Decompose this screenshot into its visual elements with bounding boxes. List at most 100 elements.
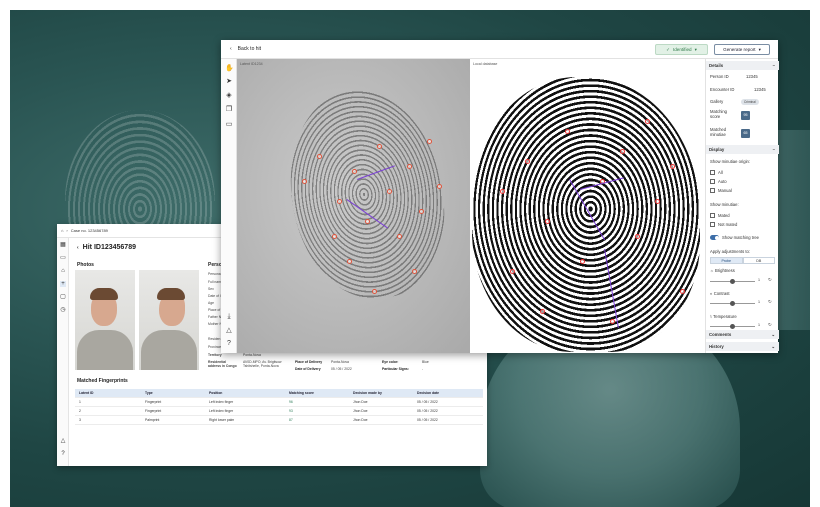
origin-manual-checkbox[interactable]: Manual: [710, 188, 732, 193]
field-label: Full nam: [208, 280, 222, 284]
comment-icon[interactable]: ▭: [225, 121, 233, 129]
temperature-slider[interactable]: [710, 324, 755, 329]
caret-down-icon: ▾: [694, 46, 697, 52]
bell-icon[interactable]: △: [60, 438, 66, 444]
front-photo[interactable]: [75, 270, 135, 370]
sun-icon: ☼: [710, 268, 714, 273]
brightness-label: ☼ Brightness: [710, 268, 735, 273]
left-rail: ▦ ▭ ⌂ + ▢ ◷ △ ?: [57, 238, 69, 466]
tag-icon[interactable]: ⌂: [60, 268, 66, 274]
brightness-slider[interactable]: [710, 279, 755, 284]
contrast-label: ◐ Contrast: [710, 291, 730, 296]
check-icon: ✓: [666, 46, 670, 52]
field-label: Mother N: [208, 322, 222, 326]
person-id-label: Person ID: [710, 74, 729, 79]
contrast-icon: ◐: [710, 291, 713, 296]
adjust-target-toggle[interactable]: Probe DB: [710, 257, 775, 264]
grid-icon[interactable]: ▦: [60, 242, 66, 248]
history-section-header[interactable]: History ⌄: [706, 342, 779, 351]
latent-fingerprint-image: [278, 79, 456, 309]
mated-checkbox[interactable]: Mated: [710, 213, 730, 218]
field-label: Sex: [208, 287, 214, 291]
encounter-id-label: Encounter ID: [710, 87, 735, 92]
temperature-value: 1: [758, 323, 760, 327]
table-header: Latent ID Type Position Matching score D…: [75, 389, 483, 398]
help-icon[interactable]: ?: [225, 340, 233, 348]
back-chevron-icon: ‹: [230, 46, 232, 52]
comparison-window: ‹ Back to hit ✓ Identified ▾ Generate rep…: [221, 40, 779, 353]
origin-all-checkbox[interactable]: All: [710, 170, 723, 175]
territory-value: Ponta-Nova: [243, 353, 261, 357]
place-delivery-value: Ponta-Nova: [331, 360, 349, 364]
origin-auto-checkbox[interactable]: Auto: [710, 179, 727, 184]
reset-icon[interactable]: ↻: [768, 299, 772, 305]
folder-icon[interactable]: ▭: [60, 255, 66, 261]
pointer-icon[interactable]: ➤: [225, 78, 233, 86]
home-icon[interactable]: ⌂: [61, 228, 63, 233]
document-icon[interactable]: ▢: [60, 294, 66, 300]
matching-score-label: Matching score: [710, 109, 727, 119]
date-delivery-value: 05 / 05 / 2022: [331, 367, 352, 371]
field-label: Persona: [208, 272, 221, 276]
latent-print-pane[interactable]: [237, 59, 470, 353]
page-title: ‹ Hit ID123456789: [77, 244, 136, 251]
comments-section-header[interactable]: Comments ⌄: [706, 330, 779, 339]
reset-icon[interactable]: ↻: [768, 277, 772, 283]
thermometer-icon: ⌇: [710, 314, 713, 319]
reset-icon[interactable]: ↻: [768, 322, 772, 328]
copy-icon[interactable]: ❐: [225, 106, 233, 114]
download-icon[interactable]: ⤓: [225, 313, 233, 321]
caret-down-icon: ▾: [758, 46, 761, 52]
eye-color-value: Blue: [422, 360, 429, 364]
field-label: Father N: [208, 315, 222, 319]
pan-hand-icon[interactable]: ✋: [225, 65, 234, 73]
matched-table: Latent ID Type Position Matching score D…: [75, 389, 483, 425]
back-chevron-icon[interactable]: ‹: [77, 245, 79, 251]
place-delivery-label: Place of Delivery: [295, 360, 323, 364]
eye-color-label: Eye color:: [382, 360, 399, 364]
temperature-label: ⌇ Temperature: [710, 314, 737, 319]
probe-option[interactable]: Probe: [710, 257, 743, 264]
field-label: Territory: [208, 353, 222, 357]
breadcrumb-case[interactable]: Case no. 123456789: [71, 228, 108, 233]
fingerprint-nav-icon[interactable]: +: [60, 281, 66, 287]
brightness-value: 1: [758, 278, 760, 282]
adjust-label: Apply adjustments to:: [710, 249, 751, 254]
field-label: Date of I: [208, 294, 221, 298]
side-photo[interactable]: [139, 270, 199, 370]
expand-icon: ⌄: [771, 331, 775, 337]
matched-minutiae-label: Matched minutiae: [710, 127, 727, 137]
field-label: Province: [208, 345, 222, 349]
table-row[interactable]: 2 Fingerprint Left index finger 93 Jhon …: [75, 407, 483, 416]
history-icon[interactable]: ◷: [60, 307, 66, 313]
help-icon[interactable]: ?: [60, 451, 66, 457]
matching-score-value: 95: [741, 111, 750, 120]
not-mated-checkbox[interactable]: Not mated: [710, 222, 737, 227]
table-row[interactable]: 1 Fingerprint Left index finger 96 Jhon …: [75, 398, 483, 407]
database-print-pane[interactable]: [470, 59, 705, 353]
table-row[interactable]: 3 Palmprint Right lower palm 87 Jhon Doe…: [75, 416, 483, 425]
contrast-slider[interactable]: [710, 301, 755, 306]
encounter-id-value: 12345: [754, 87, 766, 92]
details-section-header[interactable]: Details –: [706, 61, 779, 70]
show-minutiae-label: Show minutiae:: [710, 202, 739, 207]
display-section-header[interactable]: Display –: [706, 145, 779, 154]
back-to-hit-link[interactable]: ‹ Back to hit: [230, 46, 261, 52]
identified-dropdown[interactable]: ✓ Identified ▾: [655, 44, 708, 55]
photos-heading: Photos: [77, 262, 94, 268]
matching-tree-toggle[interactable]: Show matching tree: [710, 235, 759, 240]
field-label: Residen: [208, 337, 221, 341]
field-label: Age: [208, 301, 215, 305]
db-option[interactable]: DB: [742, 257, 775, 264]
date-delivery-label: Date of Delivery: [295, 367, 321, 371]
origin-label: Show minutiae origin:: [710, 159, 751, 164]
person-heading: Perso: [208, 262, 222, 268]
generate-report-button[interactable]: Generate report ▾: [714, 44, 770, 55]
matched-fingerprints-heading: Matched Fingerprints: [77, 378, 128, 384]
bell-icon[interactable]: △: [225, 327, 233, 335]
eraser-icon[interactable]: ◈: [225, 92, 233, 100]
tool-rail: ✋ ➤ ◈ ❐ ▭ ⤓ △ ?: [221, 59, 237, 353]
local-label: Local database: [473, 62, 498, 66]
right-panel: Details – Person ID 12345 Encounter ID 12…: [705, 59, 779, 353]
particular-signs-label: Particular Signs:: [382, 367, 409, 371]
